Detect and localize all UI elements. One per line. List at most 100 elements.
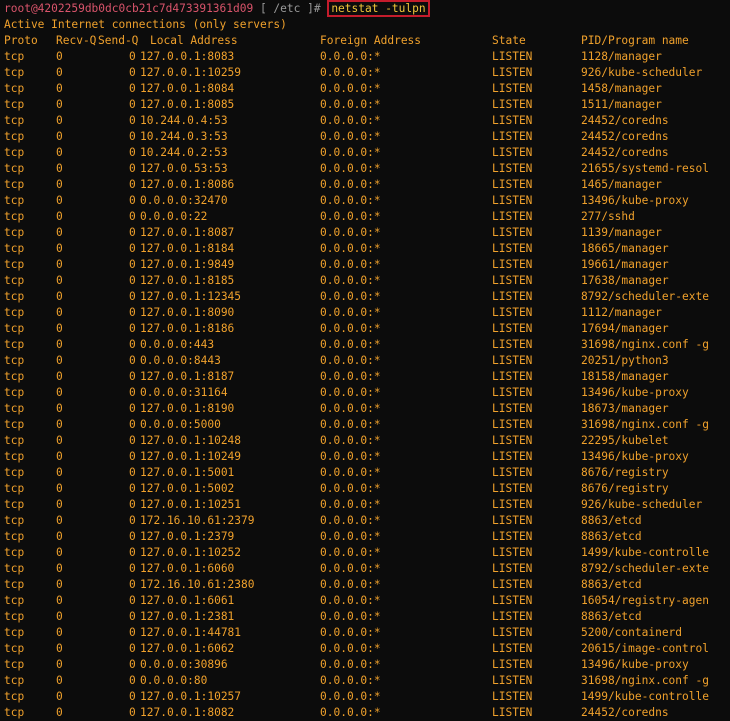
cell-state: LISTEN [492, 322, 533, 335]
cell-send-q: 0 [129, 66, 136, 79]
cell-local-address: 127.0.0.1:12345 [140, 290, 242, 303]
cell-send-q: 0 [129, 82, 136, 95]
cell-recv-q: 0 [56, 354, 63, 367]
cell-pid-program: 24452/coredns [581, 130, 669, 143]
cell-foreign-address: 0.0.0.0:* [320, 114, 381, 127]
header-recv-q: Recv-Q [56, 34, 97, 47]
cell-proto: tcp [4, 50, 25, 63]
cell-pid-program: 17694/manager [581, 322, 669, 335]
table-row: tcp 0 0 127.0.0.1:10257 0.0.0.0:* LISTEN 1499/… [4, 689, 726, 705]
cell-recv-q: 0 [56, 514, 63, 527]
cell-recv-q: 0 [56, 194, 63, 207]
cell-pid-program: 8676/registry [581, 466, 669, 479]
cell-foreign-address: 0.0.0.0:* [320, 610, 381, 623]
cell-local-address: 127.0.0.1:2381 [140, 610, 235, 623]
cell-proto: tcp [4, 210, 25, 223]
cell-foreign-address: 0.0.0.0:* [320, 98, 381, 111]
cell-proto: tcp [4, 338, 25, 351]
cell-recv-q: 0 [56, 338, 63, 351]
cell-proto: tcp [4, 98, 25, 111]
cell-state: LISTEN [492, 162, 533, 175]
table-row: tcp 0 0 127.0.0.1:8185 0.0.0.0:* LISTEN 17638/… [4, 273, 726, 289]
cell-pid-program: 1139/manager [581, 226, 662, 239]
cell-proto: tcp [4, 66, 25, 79]
cell-proto: tcp [4, 530, 25, 543]
cell-recv-q: 0 [56, 162, 63, 175]
table-row: tcp 0 0 127.0.0.1:10249 0.0.0.0:* LISTEN 13496… [4, 449, 726, 465]
cell-foreign-address: 0.0.0.0:* [320, 146, 381, 159]
cell-send-q: 0 [129, 178, 136, 191]
cell-foreign-address: 0.0.0.0:* [320, 66, 381, 79]
cell-local-address: 0.0.0.0:32470 [140, 194, 228, 207]
cell-recv-q: 0 [56, 50, 63, 63]
cell-foreign-address: 0.0.0.0:* [320, 434, 381, 447]
cell-proto: tcp [4, 178, 25, 191]
cell-proto: tcp [4, 322, 25, 335]
cell-local-address: 0.0.0.0:5000 [140, 418, 221, 431]
cell-send-q: 0 [129, 50, 136, 63]
cell-recv-q: 0 [56, 658, 63, 671]
cell-send-q: 0 [129, 562, 136, 575]
table-row: tcp 0 0 127.0.0.53:53 0.0.0.0:* LISTEN 21655/s… [4, 161, 726, 177]
cell-foreign-address: 0.0.0.0:* [320, 210, 381, 223]
cell-foreign-address: 0.0.0.0:* [320, 354, 381, 367]
cell-state: LISTEN [492, 674, 533, 687]
table-row: tcp 0 0 127.0.0.1:10251 0.0.0.0:* LISTEN 926/k… [4, 497, 726, 513]
cell-local-address: 0.0.0.0:22 [140, 210, 208, 223]
cell-pid-program: 13496/kube-proxy [581, 386, 689, 399]
cell-recv-q: 0 [56, 242, 63, 255]
cell-local-address: 0.0.0.0:31164 [140, 386, 228, 399]
cell-state: LISTEN [492, 466, 533, 479]
cell-local-address: 10.244.0.4:53 [140, 114, 228, 127]
cell-state: LISTEN [492, 50, 533, 63]
cell-foreign-address: 0.0.0.0:* [320, 194, 381, 207]
cell-send-q: 0 [129, 274, 136, 287]
cell-send-q: 0 [129, 98, 136, 111]
table-row: tcp 0 0 127.0.0.1:9849 0.0.0.0:* LISTEN 19661/… [4, 257, 726, 273]
cell-state: LISTEN [492, 578, 533, 591]
cell-proto: tcp [4, 610, 25, 623]
cell-pid-program: 18665/manager [581, 242, 669, 255]
cell-local-address: 172.16.10.61:2379 [140, 514, 255, 527]
cell-pid-program: 1511/manager [581, 98, 662, 111]
cell-foreign-address: 0.0.0.0:* [320, 242, 381, 255]
cell-state: LISTEN [492, 258, 533, 271]
terminal-window[interactable]: root@4202259db0dc0cb21c7d473391361d09 [ … [0, 0, 730, 721]
cell-local-address: 127.0.0.1:10249 [140, 450, 242, 463]
cell-foreign-address: 0.0.0.0:* [320, 626, 381, 639]
cell-send-q: 0 [129, 482, 136, 495]
cell-foreign-address: 0.0.0.0:* [320, 546, 381, 559]
cell-state: LISTEN [492, 66, 533, 79]
cell-send-q: 0 [129, 162, 136, 175]
cell-send-q: 0 [129, 434, 136, 447]
table-row: tcp 0 0 127.0.0.1:8083 0.0.0.0:* LISTEN 1128/m… [4, 49, 726, 65]
cell-local-address: 127.0.0.1:8082 [140, 706, 235, 719]
cell-recv-q: 0 [56, 466, 63, 479]
cell-send-q: 0 [129, 402, 136, 415]
cell-pid-program: 8676/registry [581, 482, 669, 495]
cell-state: LISTEN [492, 98, 533, 111]
cell-send-q: 0 [129, 114, 136, 127]
cell-state: LISTEN [492, 306, 533, 319]
cell-pid-program: 277/sshd [581, 210, 635, 223]
cell-send-q: 0 [129, 146, 136, 159]
header-state: State [492, 34, 526, 47]
cell-recv-q: 0 [56, 226, 63, 239]
cell-foreign-address: 0.0.0.0:* [320, 386, 381, 399]
cell-state: LISTEN [492, 114, 533, 127]
cell-foreign-address: 0.0.0.0:* [320, 82, 381, 95]
cell-proto: tcp [4, 514, 25, 527]
cell-local-address: 127.0.0.1:10251 [140, 498, 242, 511]
cell-proto: tcp [4, 658, 25, 671]
table-row: tcp 0 0 127.0.0.1:2381 0.0.0.0:* LISTEN 8863/e… [4, 609, 726, 625]
cell-recv-q: 0 [56, 674, 63, 687]
cell-pid-program: 17638/manager [581, 274, 669, 287]
table-row: tcp 0 0 127.0.0.1:8086 0.0.0.0:* LISTEN 1465/m… [4, 177, 726, 193]
cell-send-q: 0 [129, 498, 136, 511]
cell-local-address: 127.0.0.1:9849 [140, 258, 235, 271]
cell-pid-program: 8792/scheduler-exte [581, 562, 709, 575]
cell-proto: tcp [4, 482, 25, 495]
cell-foreign-address: 0.0.0.0:* [320, 658, 381, 671]
cell-pid-program: 24452/coredns [581, 114, 669, 127]
cell-state: LISTEN [492, 594, 533, 607]
